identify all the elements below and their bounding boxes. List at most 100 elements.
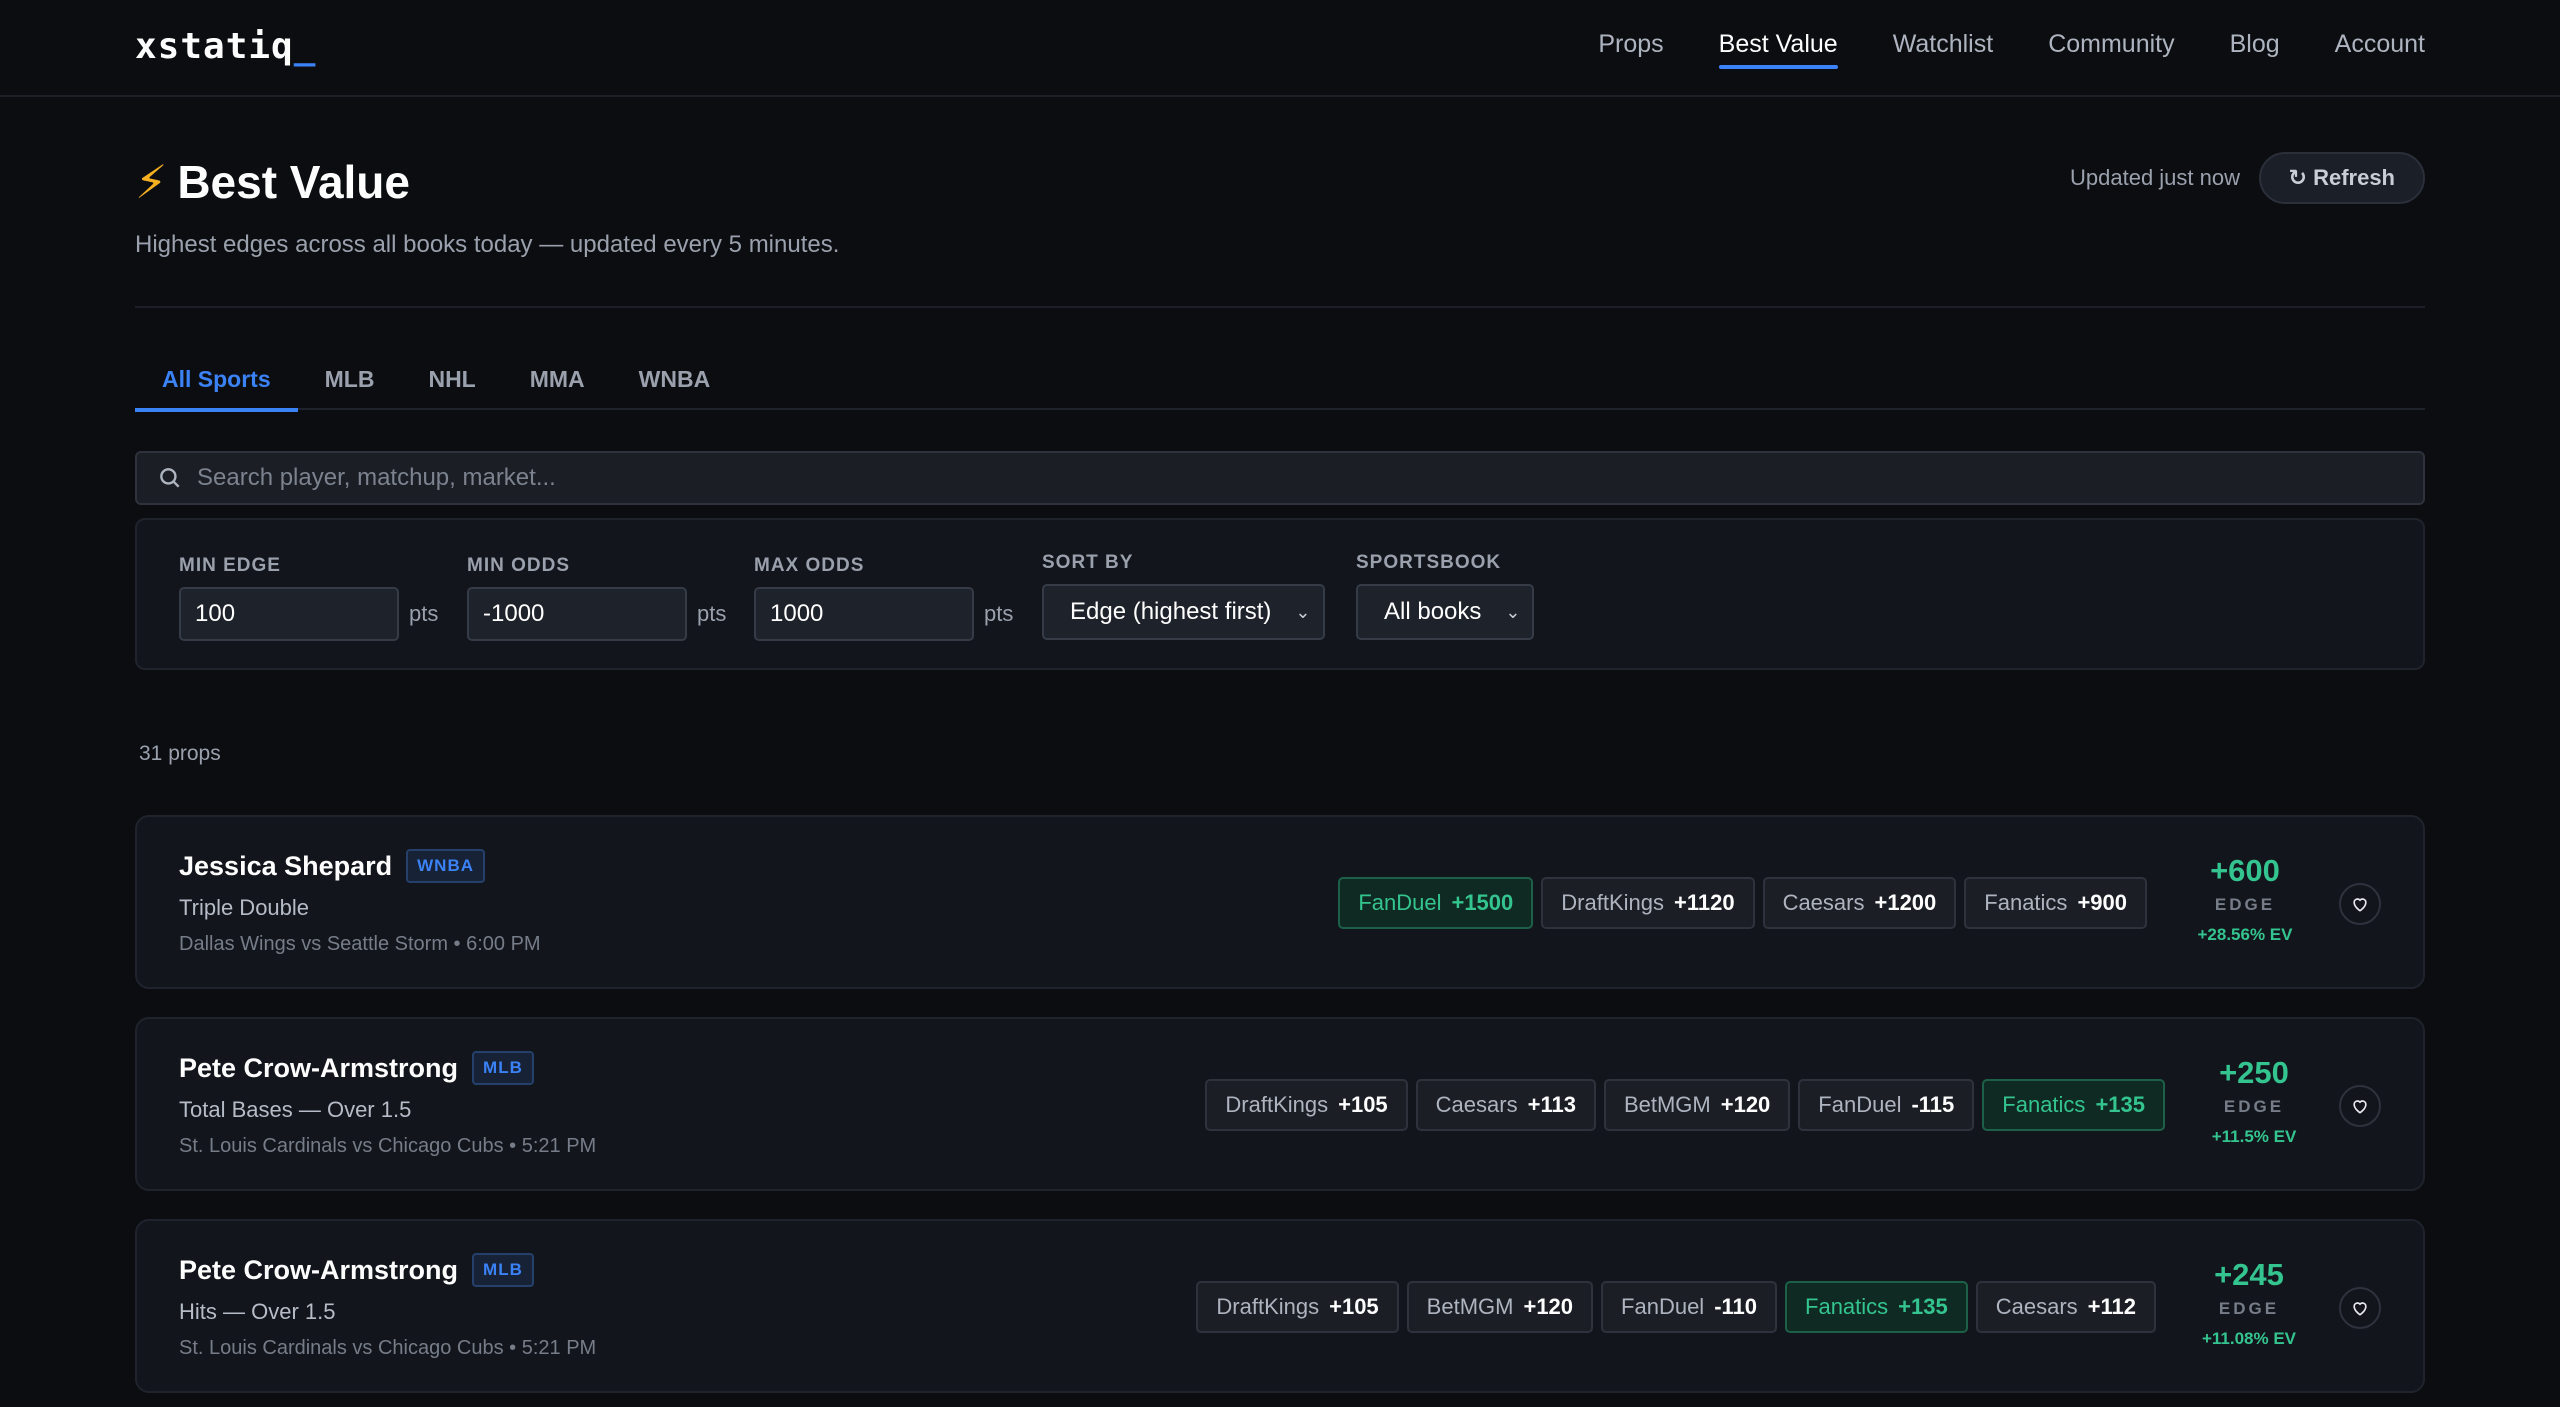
book-name: DraftKings	[1561, 890, 1664, 915]
market-name: Total Bases — Over 1.5	[179, 1097, 412, 1122]
page-subtitle: Highest edges across all books today — u…	[135, 231, 840, 258]
search-bar	[135, 451, 2425, 505]
book-odds: +113	[1527, 1092, 1576, 1117]
ev-value: +11.08% EV	[2201, 1329, 2297, 1348]
league-badge: WNBA	[406, 849, 486, 883]
logo-cursor: _	[293, 26, 317, 67]
book-odds: +900	[2077, 890, 2127, 915]
edge-value: +600	[2210, 853, 2280, 888]
nav-community[interactable]: Community	[2048, 30, 2174, 67]
book-odds-chip[interactable]: Caesars +112	[1975, 1281, 2156, 1333]
lightning-icon: ⚡	[135, 156, 168, 208]
filter-max-odds: MAX ODDS pts	[754, 555, 1013, 641]
book-name: FanDuel	[1818, 1092, 1902, 1117]
nav-blog[interactable]: Blog	[2230, 30, 2280, 67]
book-odds-list: FanDuel +1500 DraftKings +1120 Caesars +120…	[1338, 877, 2147, 929]
sportsbook-label: SPORTSBOOK	[1356, 552, 1502, 573]
tab-all-sports[interactable]: All Sports	[135, 356, 298, 412]
edge-summary: +250 EDGE +11.5% EV	[2184, 1055, 2324, 1147]
edge-value: +245	[2214, 1257, 2284, 1292]
book-name: Caesars	[1782, 890, 1865, 915]
refresh-button[interactable]: ↻ Refresh	[2258, 152, 2425, 204]
book-odds-chip[interactable]: Caesars +1200	[1762, 877, 1957, 929]
book-odds-chip[interactable]: Caesars +113	[1415, 1079, 1596, 1131]
edge-summary: +600 EDGE +28.56% EV	[2175, 853, 2315, 945]
prop-card[interactable]: Pete Crow-Armstrong MLB Hits — Over 1.5 …	[135, 1219, 2425, 1393]
min-edge-input[interactable]	[179, 587, 399, 641]
book-odds: +120	[1720, 1092, 1771, 1117]
book-odds-chip[interactable]: DraftKings +105	[1205, 1079, 1408, 1131]
market-name: Hits — Over 1.5	[179, 1299, 336, 1324]
heart-icon	[2353, 1100, 2367, 1114]
book-odds-chip[interactable]: FanDuel -115	[1798, 1079, 1975, 1131]
book-odds: +1500	[1451, 890, 1514, 915]
min-odds-label: MIN ODDS	[467, 555, 570, 576]
book-name: Fanatics	[2002, 1092, 2086, 1117]
heart-icon	[2353, 898, 2367, 912]
max-odds-label: MAX ODDS	[754, 555, 865, 576]
book-name: Caesars	[1435, 1092, 1518, 1117]
header-divider	[135, 306, 2425, 308]
sort-by-select[interactable]: Edge (highest first) ⌄	[1042, 584, 1325, 640]
logo-text: xstatiq	[135, 26, 294, 67]
edge-label: EDGE	[2218, 1299, 2280, 1318]
book-odds-chip[interactable]: Fanatics +900	[1964, 877, 2147, 929]
filter-min-edge: MIN EDGE pts	[179, 555, 438, 641]
prop-card[interactable]: Pete Crow-Armstrong MLB Total Bases — Ov…	[135, 1017, 2425, 1191]
book-name: BetMGM	[1426, 1294, 1514, 1319]
book-odds-chip[interactable]: FanDuel -110	[1601, 1281, 1778, 1333]
tab-mlb[interactable]: MLB	[298, 356, 402, 410]
filter-min-odds: MIN ODDS pts	[467, 555, 726, 641]
book-odds: +112	[2087, 1294, 2136, 1319]
book-odds-chip[interactable]: FanDuel +1500	[1338, 877, 1534, 929]
book-odds-chip[interactable]: Fanatics +135	[1982, 1079, 2165, 1131]
sport-tabs: All Sports MLB NHL MMA WNBA	[135, 356, 2425, 412]
book-odds-chip[interactable]: Fanatics +135	[1785, 1281, 1968, 1333]
sort-by-value: Edge (highest first)	[1070, 598, 1272, 625]
book-name: FanDuel	[1621, 1294, 1705, 1319]
nav-props[interactable]: Props	[1598, 30, 1663, 67]
edge-label: EDGE	[2214, 895, 2276, 914]
min-odds-input[interactable]	[467, 587, 687, 641]
player-name: Pete Crow-Armstrong	[179, 1254, 459, 1285]
edge-label: EDGE	[2223, 1097, 2285, 1116]
book-odds: +135	[1898, 1294, 1948, 1319]
logo[interactable]: xstatiq_	[135, 26, 316, 67]
main-nav: Props Best Value Watchlist Community Blo…	[1598, 30, 2425, 69]
favorite-button[interactable]	[2339, 883, 2381, 925]
book-odds-chip[interactable]: DraftKings +105	[1196, 1281, 1399, 1333]
book-odds-chip[interactable]: BetMGM +120	[1603, 1079, 1791, 1131]
nav-account[interactable]: Account	[2335, 30, 2425, 67]
favorite-button[interactable]	[2339, 1085, 2381, 1127]
search-input[interactable]	[197, 464, 2423, 492]
sportsbook-value: All books	[1384, 598, 1482, 625]
filter-sportsbook: SPORTSBOOK All books ⌄	[1356, 552, 1535, 640]
tab-mma[interactable]: MMA	[503, 356, 612, 410]
game-info: St. Louis Cardinals vs Chicago Cubs • 5:…	[179, 1135, 597, 1157]
book-name: DraftKings	[1216, 1294, 1320, 1319]
book-odds-list: DraftKings +105 Caesars +113 BetMGM +120 Fa…	[1205, 1079, 2165, 1131]
tab-wnba[interactable]: WNBA	[612, 356, 738, 410]
book-odds-chip[interactable]: BetMGM +120	[1406, 1281, 1594, 1333]
edge-summary: +245 EDGE +11.08% EV	[2179, 1257, 2319, 1349]
favorite-button[interactable]	[2339, 1287, 2381, 1329]
chevron-down-icon: ⌄	[1295, 601, 1311, 622]
book-odds: +120	[1523, 1294, 1574, 1319]
book-odds-list: DraftKings +105 BetMGM +120 FanDuel -110 Fa…	[1196, 1281, 2156, 1333]
heart-icon	[2353, 1302, 2367, 1316]
book-name: BetMGM	[1623, 1092, 1711, 1117]
book-odds-chip[interactable]: DraftKings +1120	[1541, 877, 1755, 929]
nav-best-value[interactable]: Best Value	[1718, 30, 1838, 69]
ev-value: +28.56% EV	[2197, 925, 2293, 944]
game-info: St. Louis Cardinals vs Chicago Cubs • 5:…	[179, 1337, 597, 1359]
prop-card[interactable]: Jessica Shepard WNBA Triple Double Dalla…	[135, 815, 2425, 989]
book-odds: +105	[1329, 1294, 1379, 1319]
book-odds: -115	[1911, 1092, 1955, 1117]
max-odds-input[interactable]	[754, 587, 974, 641]
sort-by-label: SORT BY	[1042, 552, 1134, 573]
top-navbar: xstatiq_ Props Best Value Watchlist Comm…	[0, 0, 2560, 97]
sportsbook-select[interactable]: All books ⌄	[1356, 584, 1535, 640]
tab-nhl[interactable]: NHL	[401, 356, 502, 410]
book-name: Caesars	[1995, 1294, 2078, 1319]
nav-watchlist[interactable]: Watchlist	[1893, 30, 1993, 67]
